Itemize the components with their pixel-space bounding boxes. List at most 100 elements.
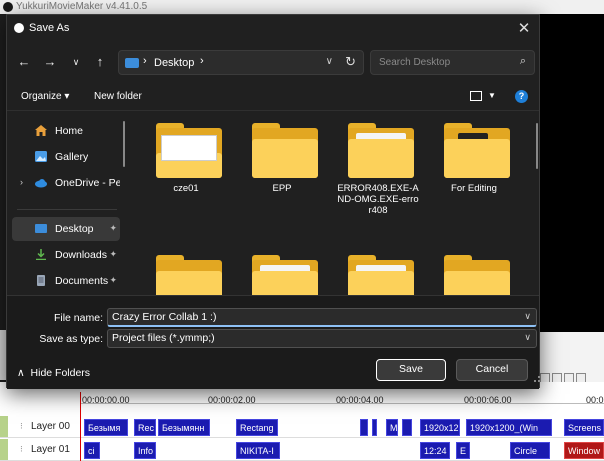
- breadcrumb-desktop[interactable]: Desktop: [154, 57, 194, 69]
- track-lane[interactable]: Безымя Rec Безымянн Rectang M 1920x12 19…: [80, 416, 604, 438]
- view-options-icon[interactable]: [470, 91, 482, 101]
- new-folder-button[interactable]: New folder: [94, 91, 142, 102]
- clip[interactable]: Безымя: [84, 419, 128, 436]
- drag-handle-icon[interactable]: ⁝: [20, 444, 23, 455]
- sidebar-item-desktop[interactable]: Desktop ✦: [12, 217, 120, 241]
- clip[interactable]: ci: [84, 442, 100, 459]
- download-icon: [36, 249, 46, 260]
- track-grip[interactable]: [0, 439, 8, 460]
- folder-icon: [348, 123, 414, 178]
- app-title-bar: YukkuriMovieMaker v4.41.0.5: [0, 0, 604, 14]
- chevron-up-icon: ∧: [17, 367, 31, 379]
- close-icon[interactable]: ✕: [516, 19, 532, 37]
- save-button[interactable]: Save: [376, 359, 446, 381]
- chevron-down-icon[interactable]: ∨: [524, 332, 531, 343]
- expand-chevron-icon[interactable]: ›: [20, 177, 23, 187]
- pin-icon[interactable]: ✦: [109, 275, 117, 286]
- file-list: cze01 EPP ERROR408.EXE-AND-OMG.EXE-error…: [128, 113, 538, 295]
- ruler-label: 00:00:04.00: [336, 395, 384, 405]
- breadcrumb-separator: ›: [143, 55, 147, 67]
- folder-name: EPP: [272, 183, 292, 194]
- track-grip[interactable]: [0, 416, 8, 437]
- back-arrow-icon[interactable]: ←: [15, 53, 33, 71]
- documents-icon: [37, 275, 45, 286]
- file-name-label: File name:: [53, 312, 103, 324]
- sidebar-item-label: Documents: [55, 275, 109, 287]
- dialog-title-bar[interactable]: Save As ✕: [7, 15, 539, 41]
- hide-folders-button[interactable]: ∧ Hide Folders: [17, 367, 90, 379]
- file-name-input[interactable]: [112, 311, 512, 323]
- folder-icon: [252, 123, 318, 178]
- sidebar-item-label: Downloads: [55, 249, 107, 261]
- address-bar[interactable]: › Desktop › ∨ ↻: [118, 50, 364, 75]
- chevron-down-icon[interactable]: ∨: [524, 311, 531, 322]
- cancel-button[interactable]: Cancel: [456, 359, 528, 381]
- folder-item[interactable]: For Editing: [432, 113, 516, 223]
- ruler-label: 00:00:02.00: [208, 395, 256, 405]
- help-icon[interactable]: ?: [515, 90, 528, 103]
- clip[interactable]: Info: [134, 442, 156, 459]
- refresh-icon[interactable]: ↻: [345, 54, 356, 70]
- track-header[interactable]: ⁝ Layer 00: [0, 416, 80, 438]
- breadcrumb-separator[interactable]: ›: [200, 55, 204, 67]
- forward-arrow-icon[interactable]: →: [41, 53, 59, 71]
- playhead[interactable]: [80, 392, 81, 461]
- cloud-icon: [35, 179, 47, 188]
- folder-item[interactable]: ERROR408.EXE-AND-OMG.EXE-error408: [336, 113, 420, 223]
- clip[interactable]: Безымянн: [158, 419, 210, 436]
- clip[interactable]: 1920x12: [420, 419, 460, 436]
- clip[interactable]: [360, 419, 368, 436]
- dialog-title: Save As: [29, 22, 70, 34]
- folder-item[interactable]: [240, 245, 324, 295]
- clip[interactable]: Rec: [134, 419, 156, 436]
- folder-item[interactable]: cze01: [144, 113, 228, 223]
- track-name: Layer 00: [31, 421, 70, 432]
- sidebar-item-onedrive[interactable]: › OneDrive - Perso: [12, 171, 120, 195]
- folder-item[interactable]: [432, 245, 516, 295]
- folder-icon: [444, 123, 510, 178]
- clip[interactable]: M: [386, 419, 398, 436]
- track-lane[interactable]: ci Info NIKITA-I 12:24 E Circle Window: [80, 439, 604, 461]
- file-list-scrollbar[interactable]: [536, 123, 538, 169]
- recent-locations-chevron-icon[interactable]: ∨: [67, 53, 85, 71]
- clip[interactable]: 12:24: [420, 442, 450, 459]
- folder-name: For Editing: [451, 183, 497, 194]
- navigation-pane: Home Gallery › OneDrive - Perso Desktop …: [7, 113, 125, 295]
- search-box[interactable]: ⌕: [370, 50, 535, 75]
- sidebar-item-label: Home: [55, 125, 84, 137]
- sidebar-item-documents[interactable]: Documents ✦: [12, 269, 120, 293]
- pin-icon[interactable]: ✦: [109, 249, 117, 260]
- clip[interactable]: E: [456, 442, 470, 459]
- folder-icon: [156, 255, 222, 295]
- folder-item[interactable]: [144, 245, 228, 295]
- search-input[interactable]: [379, 57, 499, 68]
- folder-item[interactable]: [336, 245, 420, 295]
- ruler-label: 00:00:06.00: [464, 395, 512, 405]
- clip[interactable]: Rectang: [236, 419, 278, 436]
- pin-icon[interactable]: ✦: [109, 223, 117, 234]
- up-arrow-icon[interactable]: ↑: [91, 53, 109, 71]
- save-as-type-select[interactable]: Project files (*.ymmp;) ∨: [107, 329, 537, 348]
- address-dropdown-icon[interactable]: ∨: [326, 56, 333, 67]
- clip[interactable]: [402, 419, 412, 436]
- sidebar-item-gallery[interactable]: Gallery: [12, 145, 120, 169]
- clip[interactable]: Window: [564, 442, 604, 459]
- clip[interactable]: Circle: [510, 442, 550, 459]
- clip[interactable]: [372, 419, 377, 436]
- drag-handle-icon[interactable]: ⁝: [20, 421, 23, 432]
- clip[interactable]: NIKITA-I: [236, 442, 280, 459]
- folder-name: ERROR408.EXE-AND-OMG.EXE-error408: [337, 183, 419, 216]
- navigation-bar: ← → ∨ ↑ › Desktop › ∨ ↻ ⌕: [7, 45, 539, 79]
- sidebar-item-home[interactable]: Home: [12, 119, 120, 143]
- resize-grip-icon[interactable]: [534, 376, 540, 382]
- view-dropdown-icon[interactable]: ▼: [488, 91, 496, 100]
- clip[interactable]: Screens: [564, 419, 604, 436]
- folder-item[interactable]: EPP: [240, 113, 324, 223]
- organize-button[interactable]: Organize ▾: [21, 91, 69, 102]
- search-icon[interactable]: ⌕: [520, 55, 526, 68]
- sidebar-scrollbar[interactable]: [123, 121, 125, 167]
- clip[interactable]: 1920x1200_(Win: [466, 419, 552, 436]
- file-name-field[interactable]: ∨: [107, 308, 537, 327]
- track-header[interactable]: ⁝ Layer 01: [0, 439, 80, 461]
- sidebar-item-downloads[interactable]: Downloads ✦: [12, 243, 120, 267]
